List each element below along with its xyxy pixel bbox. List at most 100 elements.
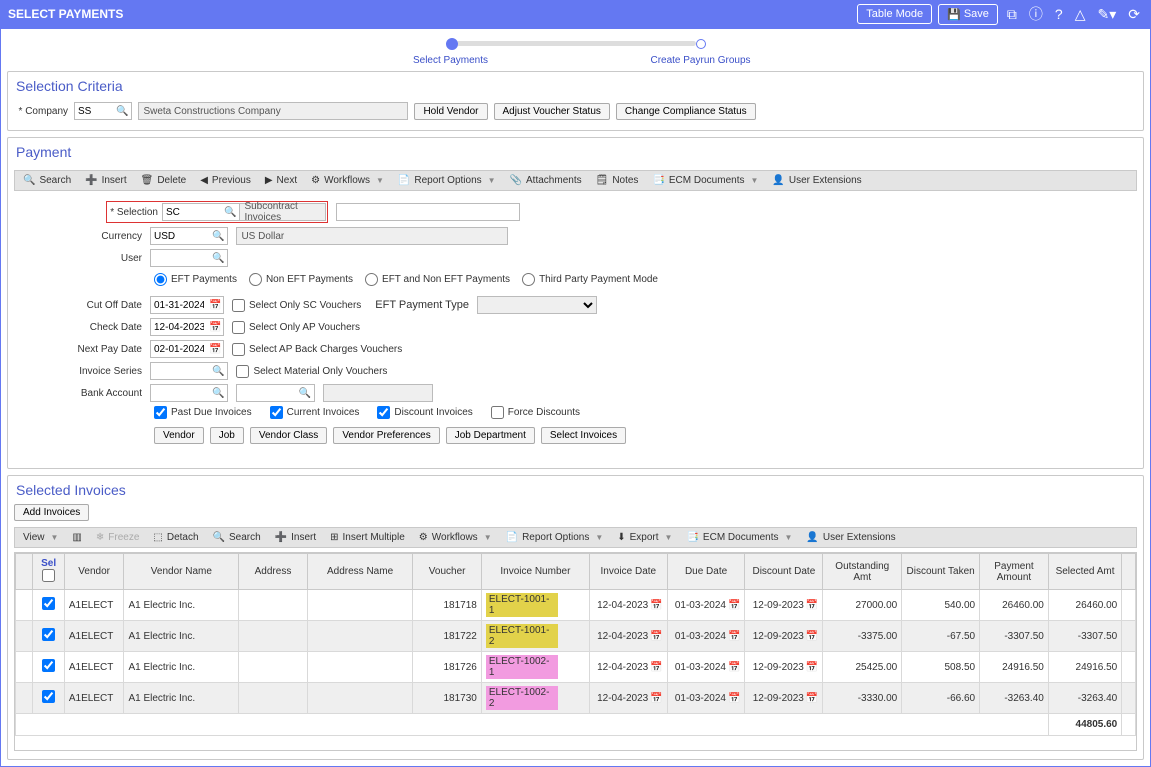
help-icon[interactable]: ⓘ [1026, 4, 1046, 24]
insert-multiple-action[interactable]: ⊞Insert Multiple [330, 532, 405, 543]
col-discount-taken[interactable]: Discount Taken [902, 554, 980, 590]
table-row[interactable]: A1ELECTA1 Electric Inc.181722ELECT-1001-… [16, 621, 1136, 652]
discount-check[interactable]: Discount Invoices [377, 406, 472, 419]
table-row[interactable]: A1ELECTA1 Electric Inc.181730ELECT-1002-… [16, 683, 1136, 714]
invoice-series-lookup[interactable]: 🔍 [150, 362, 228, 380]
detach-action[interactable]: ⬚Detach [153, 532, 198, 543]
check-date-input[interactable]: 📅 [150, 318, 224, 336]
horizontal-scrollbar[interactable] [15, 736, 1136, 750]
selection-desc-input[interactable] [336, 203, 520, 221]
col-vendor-name[interactable]: Vendor Name [124, 554, 239, 590]
vendor-pref-button[interactable]: Vendor Preferences [333, 427, 439, 444]
grid-workflows-action[interactable]: ⚙Workflows▼ [419, 532, 492, 543]
col-invoice-date[interactable]: Invoice Date [589, 554, 667, 590]
grid-insert-action[interactable]: ➕Insert [275, 532, 316, 543]
ap-back-check[interactable]: Select AP Back Charges Vouchers [232, 343, 402, 356]
nextpay-date-input[interactable]: 📅 [150, 340, 224, 358]
eft-radio[interactable]: EFT Payments [154, 273, 237, 286]
material-only-check[interactable]: Select Material Only Vouchers [236, 365, 387, 378]
job-filter-button[interactable]: Job [210, 427, 244, 444]
export-action[interactable]: ⬇Export▼ [617, 532, 672, 543]
refresh-icon[interactable]: ⟳ [1125, 6, 1143, 23]
delete-action[interactable]: 🗑Delete [141, 175, 187, 186]
selection-lookup[interactable]: 🔍 [162, 203, 240, 221]
search-icon[interactable]: 🔍 [209, 366, 227, 377]
vendor-filter-button[interactable]: Vendor [154, 427, 204, 444]
calendar-icon[interactable]: 📅 [728, 631, 740, 642]
cutoff-date-input[interactable]: 📅 [150, 296, 224, 314]
both-radio[interactable]: EFT and Non EFT Payments [365, 273, 510, 286]
copy-icon[interactable]: ⧉ [1004, 6, 1020, 23]
col-selected-amt[interactable]: Selected Amt [1048, 554, 1121, 590]
col-address-name[interactable]: Address Name [307, 554, 413, 590]
grid-search-action[interactable]: 🔍Search [213, 532, 261, 543]
grid-report-action[interactable]: 📄Report Options▼ [506, 532, 604, 543]
save-button[interactable]: 💾Save [938, 4, 998, 25]
question-icon[interactable]: ? [1052, 6, 1066, 22]
third-party-radio[interactable]: Third Party Payment Mode [522, 273, 658, 286]
notes-action[interactable]: 🗒Notes [596, 175, 639, 186]
table-row[interactable]: A1ELECTA1 Electric Inc.181726ELECT-1002-… [16, 652, 1136, 683]
col-address[interactable]: Address [239, 554, 307, 590]
search-icon[interactable]: 🔍 [209, 388, 227, 399]
calendar-icon[interactable]: 📅 [806, 600, 818, 611]
freeze-action[interactable]: ❄Freeze [96, 532, 140, 543]
calendar-icon[interactable]: 📅 [806, 631, 818, 642]
ap-only-check[interactable]: Select Only AP Vouchers [232, 321, 360, 334]
col-voucher[interactable]: Voucher [413, 554, 481, 590]
next-action[interactable]: ▶Next [265, 175, 297, 186]
select-invoices-button[interactable]: Select Invoices [541, 427, 626, 444]
user-lookup[interactable]: 🔍 [150, 249, 228, 267]
table-mode-button[interactable]: Table Mode [857, 4, 932, 24]
calendar-icon[interactable]: 📅 [650, 631, 662, 642]
selection-code-input[interactable] [163, 204, 221, 220]
table-row[interactable]: A1ELECTA1 Electric Inc.181718ELECT-1001-… [16, 590, 1136, 621]
row-select-check[interactable] [42, 659, 55, 672]
calendar-icon[interactable]: 📅 [806, 662, 818, 673]
bank-lookup2[interactable]: 🔍 [236, 384, 314, 402]
ecm-action[interactable]: 📑ECM Documents▼ [652, 175, 758, 186]
user-input[interactable] [151, 250, 209, 266]
vendor-class-button[interactable]: Vendor Class [250, 427, 327, 444]
search-icon[interactable]: 🔍 [221, 207, 239, 218]
search-icon[interactable]: 🔍 [295, 388, 313, 399]
format-action[interactable]: ▥ [72, 532, 81, 543]
col-outstanding[interactable]: Outstanding Amt [823, 554, 902, 590]
calendar-icon[interactable]: 📅 [728, 693, 740, 704]
col-vendor[interactable]: Vendor [64, 554, 124, 590]
workflows-action[interactable]: ⚙Workflows▼ [311, 175, 384, 186]
noneft-radio[interactable]: Non EFT Payments [249, 273, 353, 286]
search-icon[interactable]: 🔍 [209, 253, 227, 264]
row-select-check[interactable] [42, 628, 55, 641]
col-discount-date[interactable]: Discount Date [745, 554, 823, 590]
past-due-check[interactable]: Past Due Invoices [154, 406, 252, 419]
calendar-icon[interactable]: 📅 [650, 662, 662, 673]
current-check[interactable]: Current Invoices [270, 406, 360, 419]
edit-icon[interactable]: ✎▾ [1095, 6, 1120, 23]
eft-type-select[interactable] [477, 296, 597, 314]
calendar-icon[interactable]: 📅 [650, 600, 662, 611]
hold-vendor-button[interactable]: Hold Vendor [414, 103, 487, 120]
calendar-icon[interactable]: 📅 [728, 600, 740, 611]
select-all-check[interactable] [42, 569, 55, 582]
search-icon[interactable]: 🔍 [113, 106, 131, 117]
calendar-icon[interactable]: 📅 [728, 662, 740, 673]
calendar-icon[interactable]: 📅 [806, 693, 818, 704]
force-check[interactable]: Force Discounts [491, 406, 580, 419]
currency-lookup[interactable]: 🔍 [150, 227, 228, 245]
grid-ecm-action[interactable]: 📑ECM Documents▼ [686, 532, 792, 543]
view-action[interactable]: View▼ [23, 532, 58, 543]
calendar-icon[interactable]: 📅 [207, 344, 223, 355]
change-compliance-button[interactable]: Change Compliance Status [616, 103, 756, 120]
bank-lookup[interactable]: 🔍 [150, 384, 228, 402]
col-sel[interactable]: Sel [33, 554, 64, 590]
calendar-icon[interactable]: 📅 [650, 693, 662, 704]
calendar-icon[interactable]: 📅 [207, 322, 223, 333]
company-lookup[interactable]: 🔍 [74, 102, 132, 120]
col-due-date[interactable]: Due Date [667, 554, 745, 590]
currency-input[interactable] [151, 228, 209, 244]
warning-icon[interactable]: △ [1072, 6, 1089, 23]
row-select-check[interactable] [42, 597, 55, 610]
adjust-voucher-button[interactable]: Adjust Voucher Status [494, 103, 610, 120]
row-select-check[interactable] [42, 690, 55, 703]
